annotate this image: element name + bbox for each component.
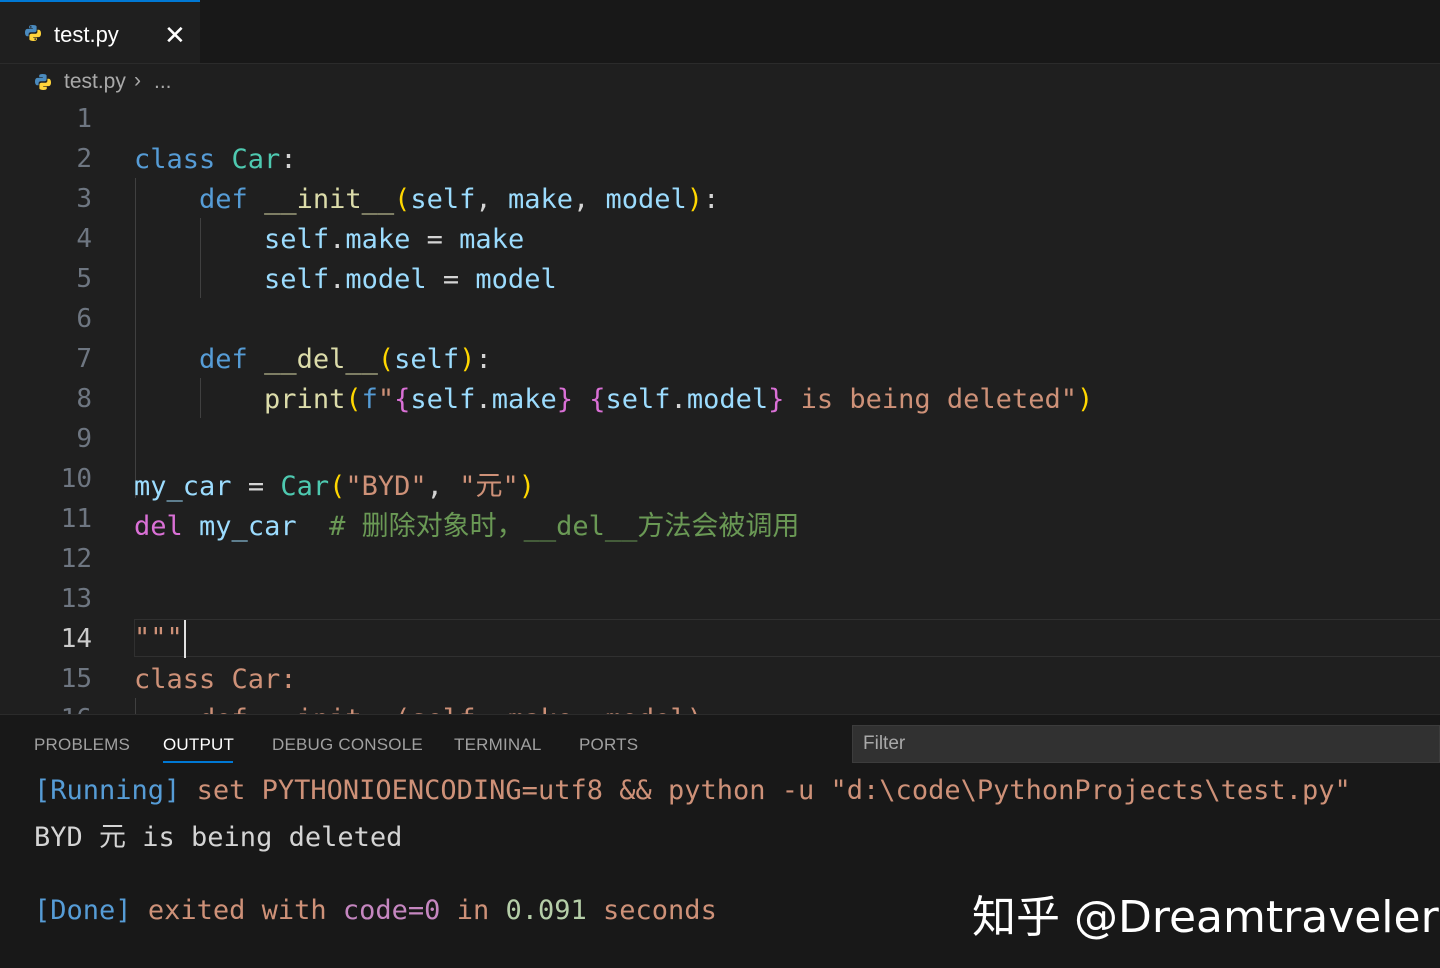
code-line[interactable]: 9: [0, 420, 1440, 460]
chevron-right-icon: ›: [134, 69, 141, 92]
text-cursor: [183, 620, 186, 658]
code-text: my_car = Car("BYD", "元"): [134, 471, 535, 502]
code-line[interactable]: 2 class Car:: [0, 140, 1440, 180]
breadcrumb-file[interactable]: test.py: [64, 70, 126, 94]
breadcrumb-more[interactable]: ...: [154, 70, 172, 94]
bottom-panel: PROBLEMS OUTPUT DEBUG CONSOLE TERMINAL P…: [0, 714, 1440, 968]
exit-code: code=0: [342, 895, 441, 926]
output-line-running: [Running] set PYTHONIOENCODING=utf8 && p…: [34, 775, 1351, 806]
code-text: self.make = make: [264, 224, 525, 255]
tab-debug-console[interactable]: DEBUG CONSOLE: [272, 735, 423, 755]
code-text: def __init__(self, make, model):: [134, 704, 719, 714]
line-number: 3: [76, 184, 92, 214]
line-number: 1: [76, 104, 92, 134]
editor-tab-bar: test.py ✕: [0, 0, 1440, 64]
tab-ports[interactable]: PORTS: [579, 735, 638, 755]
code-text: class Car:: [134, 144, 297, 175]
python-icon: [35, 74, 51, 90]
code-line[interactable]: 12: [0, 540, 1440, 580]
code-line[interactable]: 7 def __del__(self):: [0, 340, 1440, 380]
code-line[interactable]: 4 self.make = make: [0, 220, 1440, 260]
code-editor[interactable]: 1 2 class Car: 3 def __init__(self, make…: [0, 100, 1440, 714]
line-number: 9: [76, 424, 92, 454]
code-line[interactable]: 6: [0, 300, 1440, 340]
close-icon[interactable]: ✕: [164, 18, 186, 52]
code-text: def __del__(self):: [199, 344, 492, 375]
done-tag: [Done]: [34, 895, 132, 926]
code-line[interactable]: 8 print(f"{self.make} {self.model} is be…: [0, 380, 1440, 420]
filter-box[interactable]: [852, 725, 1440, 763]
line-number: 8: [76, 384, 92, 414]
tab-output[interactable]: OUTPUT: [163, 735, 234, 755]
code-line[interactable]: 16 def __init__(self, make, model):: [0, 700, 1440, 714]
code-line[interactable]: 10 my_car = Car("BYD", "元"): [0, 460, 1440, 502]
tab-terminal[interactable]: TERMINAL: [454, 735, 542, 755]
running-tag: [Running]: [34, 775, 181, 806]
output-line-program: BYD 元 is being deleted: [34, 822, 403, 853]
tab-label: test.py: [54, 22, 119, 47]
line-number: 15: [60, 664, 92, 694]
code-line[interactable]: 1: [0, 100, 1440, 140]
line-number: 5: [76, 264, 92, 294]
filter-input[interactable]: [853, 726, 1439, 762]
line-number: 13: [60, 584, 92, 614]
python-icon: [25, 25, 41, 41]
code-text: """: [134, 620, 186, 658]
code-line[interactable]: 11 del my_car # 删除对象时，__del__方法会被调用: [0, 500, 1440, 542]
duration: 0.091: [505, 895, 587, 926]
active-tab-indicator: [163, 761, 233, 763]
code-line-current[interactable]: 14 """: [0, 620, 1440, 660]
line-number: 4: [76, 224, 92, 254]
line-number: 6: [76, 304, 92, 334]
run-command: set PYTHONIOENCODING=utf8 && python -u "…: [196, 775, 1351, 806]
in-text: in: [456, 895, 490, 926]
line-number: 7: [76, 344, 92, 374]
code-text: class Car:: [134, 664, 297, 695]
code-line[interactable]: 3 def __init__(self, make, model):: [0, 180, 1440, 220]
line-number: 2: [76, 144, 92, 174]
output-line-done: [Done] exited with code=0 in 0.091 secon…: [34, 895, 717, 926]
tab-problems[interactable]: PROBLEMS: [34, 735, 130, 755]
code-text: print(f"{self.make} {self.model} is bein…: [264, 384, 1094, 415]
exited-text: exited with: [147, 895, 327, 926]
code-text: del my_car # 删除对象时，__del__方法会被调用: [134, 511, 800, 542]
code-text: self.model = model: [264, 264, 557, 295]
code-line[interactable]: 13: [0, 580, 1440, 620]
breadcrumb: test.py › ...: [0, 63, 1440, 103]
line-number: 10: [60, 464, 92, 494]
line-number: 12: [60, 544, 92, 574]
tab-test-py[interactable]: test.py ✕: [0, 0, 200, 63]
line-number: 14: [60, 624, 92, 654]
code-text: def __init__(self, make, model):: [199, 184, 720, 215]
code-line[interactable]: 15 class Car:: [0, 660, 1440, 700]
code-line[interactable]: 5 self.model = model: [0, 260, 1440, 300]
line-number: 16: [0, 704, 92, 714]
line-number: 11: [60, 504, 92, 534]
watermark: 知乎 @Dreamtraveler: [972, 892, 1439, 943]
seconds-text: seconds: [603, 895, 717, 926]
